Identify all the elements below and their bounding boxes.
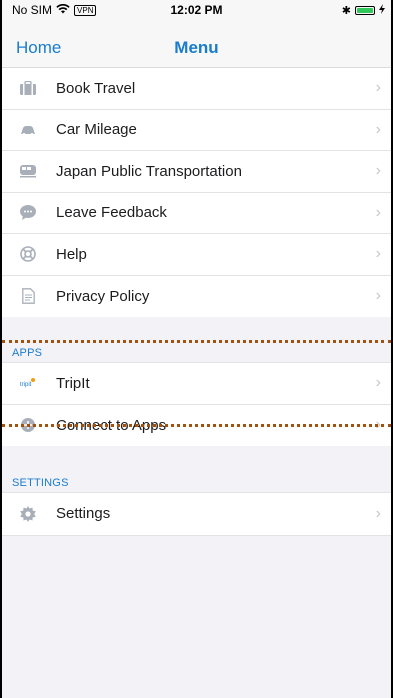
chevron-right-icon: › xyxy=(375,203,381,221)
menu-item-label: Settings xyxy=(56,505,111,523)
charging-icon xyxy=(379,3,385,17)
battery-fill xyxy=(357,7,373,13)
menu-item-privacy-policy[interactable]: Privacy Policy › xyxy=(2,276,391,318)
chevron-right-icon: › xyxy=(375,162,381,180)
chevron-right-icon: › xyxy=(375,287,381,305)
settings-section-header: SETTINGS xyxy=(12,477,69,489)
svg-text:tripit: tripit xyxy=(20,382,32,388)
chevron-right-icon: › xyxy=(375,504,381,522)
menu-item-car-mileage[interactable]: Car Mileage › xyxy=(2,110,391,151)
car-icon xyxy=(20,122,36,138)
wifi-icon xyxy=(56,3,70,17)
chevron-right-icon: › xyxy=(375,374,381,392)
main-menu-list: Book Travel › Car Mileage › Japan Public… xyxy=(2,68,391,317)
menu-item-label: Car Mileage xyxy=(56,121,137,139)
briefcase-icon xyxy=(20,80,36,96)
menu-item-label: Help xyxy=(56,245,87,263)
document-icon xyxy=(20,288,36,305)
lifebuoy-icon xyxy=(20,246,36,263)
battery-icon xyxy=(355,5,375,15)
menu-item-help[interactable]: Help › xyxy=(2,234,391,276)
menu-item-label: Book Travel xyxy=(56,79,136,97)
speech-bubble-icon xyxy=(20,205,36,221)
dotted-overlay-line xyxy=(2,424,391,427)
page-title: Menu xyxy=(174,38,219,57)
menu-item-label: Japan Public Transportation xyxy=(56,162,242,180)
gear-icon xyxy=(20,505,36,522)
tripit-logo-icon: tripit xyxy=(20,375,36,391)
settings-list: Settings › xyxy=(2,492,391,536)
dotted-overlay-line xyxy=(2,340,391,343)
menu-item-tripit[interactable]: tripit TripIt › xyxy=(2,363,391,405)
status-bar: No SIM VPN 12:02 PM ✱ xyxy=(2,0,391,20)
apps-section-header: APPS xyxy=(12,347,43,359)
status-right: ✱ xyxy=(341,3,385,17)
status-time: 12:02 PM xyxy=(170,3,223,17)
menu-item-label: Leave Feedback xyxy=(56,204,167,222)
nav-bar: Home Menu xyxy=(2,20,391,68)
carrier-label: No SIM xyxy=(12,3,53,17)
app-frame: No SIM VPN 12:02 PM ✱ Home Menu Book Tra… xyxy=(0,0,393,698)
chevron-right-icon: › xyxy=(375,245,381,263)
bluetooth-icon: ✱ xyxy=(341,4,351,17)
menu-item-book-travel[interactable]: Book Travel › xyxy=(2,68,391,110)
chevron-right-icon: › xyxy=(375,79,381,97)
menu-item-japan-public-transportation[interactable]: Japan Public Transportation › xyxy=(2,151,391,193)
apps-list: tripit TripIt › Connect to Apps › xyxy=(2,362,391,446)
menu-item-settings[interactable]: Settings › xyxy=(2,493,391,535)
vpn-badge: VPN xyxy=(74,4,97,16)
train-icon xyxy=(20,163,36,179)
menu-item-label: Privacy Policy xyxy=(56,287,150,305)
menu-item-leave-feedback[interactable]: Leave Feedback › xyxy=(2,193,391,234)
menu-item-label: TripIt xyxy=(56,374,90,392)
chevron-right-icon: › xyxy=(375,120,381,138)
status-left: No SIM VPN xyxy=(12,3,97,17)
